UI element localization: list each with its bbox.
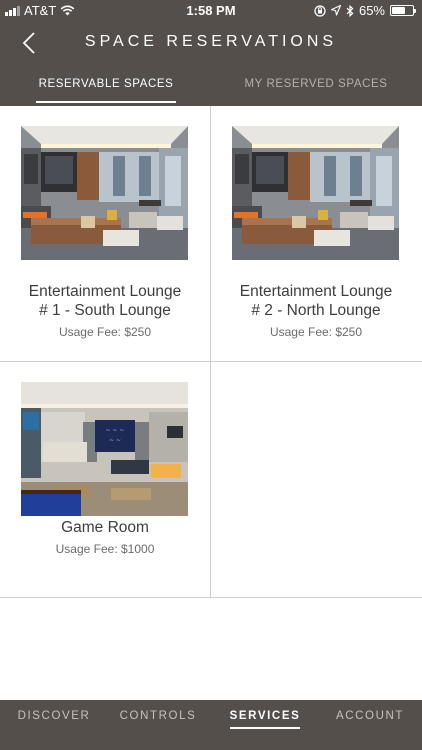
svg-text:~ ~: ~ ~ <box>109 437 121 444</box>
space-name-line-2: # 1 - South Lounge <box>39 302 171 319</box>
page-title: SPACE RESERVATIONS <box>84 33 338 50</box>
status-right: 65% <box>314 3 416 18</box>
tab-reservable-spaces[interactable]: RESERVABLE SPACES <box>36 78 176 90</box>
svg-text:~ ~ ~: ~ ~ ~ <box>106 427 125 434</box>
orientation-lock-icon <box>314 4 326 17</box>
nav-services[interactable]: SERVICES <box>218 710 312 722</box>
nav-discover[interactable]: DISCOVER <box>8 710 100 722</box>
active-tab-indicator <box>36 101 176 103</box>
space-name-line-1: Entertainment Lounge <box>239 283 393 300</box>
lounge-image <box>232 126 399 260</box>
space-card-north-lounge[interactable]: Entertainment Lounge # 2 - North Lounge … <box>211 106 421 361</box>
space-name: Entertainment Lounge # 2 - North Lounge <box>221 282 411 320</box>
space-name-line-1: Entertainment Lounge <box>28 283 182 300</box>
usage-fee: Usage Fee: $250 <box>58 325 152 339</box>
space-photo-lounge[interactable] <box>21 126 188 260</box>
space-card-game-room[interactable]: ~ ~ ~ ~ ~ Game Room Usage Fee: $1000 <box>0 362 210 597</box>
grid-divider-bottom <box>0 597 422 598</box>
status-bar: AT&T 1:58 PM 65% <box>0 0 422 22</box>
active-nav-indicator <box>230 727 300 729</box>
header-bar: AT&T 1:58 PM 65% SPACE RESERVATIONS RESE… <box>0 0 422 106</box>
space-photo-lounge[interactable] <box>232 126 399 260</box>
battery-icon <box>390 5 416 16</box>
nav-account[interactable]: ACCOUNT <box>324 710 416 722</box>
battery-percent: 65% <box>358 3 385 18</box>
chevron-left-icon <box>22 32 35 54</box>
space-name-line-2: # 2 - North Lounge <box>251 302 381 319</box>
usage-fee: Usage Fee: $1000 <box>55 542 155 556</box>
tab-my-reserved-spaces[interactable]: MY RESERVED SPACES <box>240 78 392 90</box>
lounge-image <box>21 126 188 260</box>
game-room-image: ~ ~ ~ ~ ~ <box>21 382 188 516</box>
space-photo-game-room[interactable]: ~ ~ ~ ~ ~ <box>21 382 188 516</box>
space-card-south-lounge[interactable]: Entertainment Lounge # 1 - South Lounge … <box>0 106 210 361</box>
nav-controls[interactable]: CONTROLS <box>112 710 204 722</box>
location-arrow-icon <box>330 5 341 16</box>
battery-level <box>392 7 405 14</box>
bluetooth-icon <box>346 4 354 17</box>
space-name: Entertainment Lounge # 1 - South Lounge <box>10 282 200 320</box>
bottom-nav: DISCOVER CONTROLS SERVICES ACCOUNT <box>0 700 422 750</box>
spaces-grid: Entertainment Lounge # 1 - South Lounge … <box>0 106 422 598</box>
usage-fee: Usage Fee: $250 <box>269 325 363 339</box>
space-name-line-1: Game Room <box>61 519 149 536</box>
back-button[interactable] <box>14 28 44 58</box>
space-name: Game Room <box>10 518 200 537</box>
